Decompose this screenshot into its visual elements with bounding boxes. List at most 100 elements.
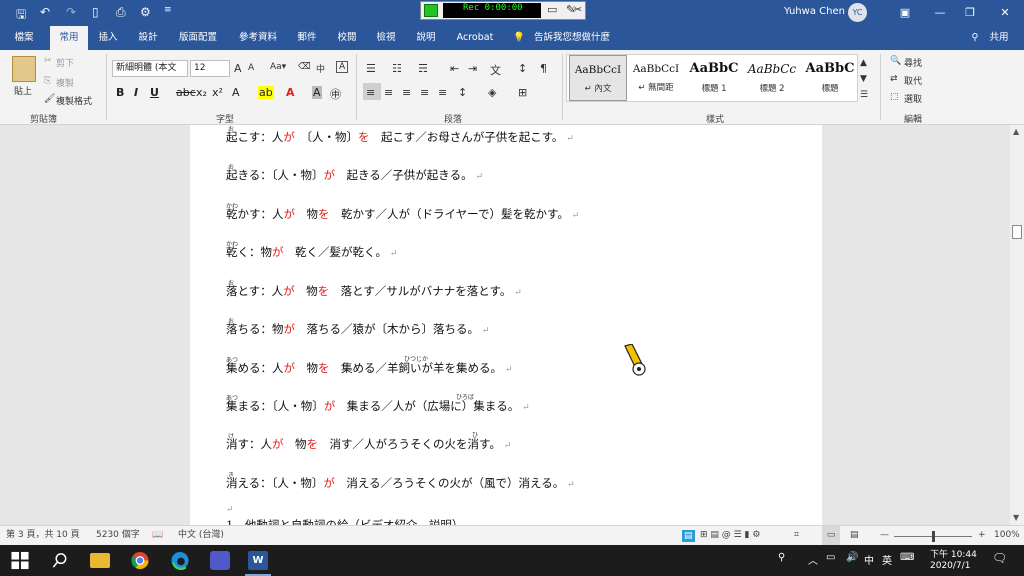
status-tool-icon[interactable]: ⊞ ▤ @ ☰ ▮ ⚙ [700,526,760,545]
ime-mode-icon[interactable]: 中 [864,552,874,567]
superscript-icon[interactable]: x² [212,86,223,99]
document-page[interactable]: 起こす：人が 〔人・物〕を 起こす／お母さんが子供を起こす。 ↵ 起きる：〔人・… [190,125,822,525]
clear-format-icon[interactable]: ⌫ [298,62,311,72]
teams-icon[interactable] [210,551,230,570]
zoom-level[interactable]: 100% [994,526,1020,545]
focus-mode-icon[interactable]: ⌗ [794,526,799,545]
increase-indent-icon[interactable]: ⇥ [468,62,477,75]
customize-icon[interactable]: ⚙ [140,5,151,19]
clock-date[interactable]: 2020/7/1 [930,561,970,571]
tab-home[interactable]: 常用 [50,26,88,50]
scroll-down-icon[interactable]: ▼ [1013,513,1019,522]
maximize-button[interactable]: ❐ [955,3,985,23]
scroll-up-icon[interactable]: ▲ [1013,127,1019,136]
font-size-combo[interactable]: 12 [190,60,230,77]
close-button[interactable]: ✕ [990,3,1020,23]
find-button[interactable]: 尋找 [904,56,922,69]
volume-icon[interactable]: 🔊 [846,552,858,563]
file-explorer-icon[interactable] [90,553,110,568]
keyboard-icon[interactable]: ⌨ [900,552,914,563]
zoom-slider[interactable] [894,531,972,542]
replace-icon[interactable]: ⇄ [890,74,898,84]
style-normal[interactable]: AaBbCcI ↵ 內文 [569,55,627,101]
network-icon[interactable]: ▭ [826,552,835,563]
quick-access-menu-icon[interactable]: ≡ [164,5,172,15]
page-count[interactable]: 第 3 頁，共 10 頁 [6,526,80,545]
format-painter-icon[interactable]: 🖌 [44,94,55,104]
line-spacing-icon[interactable]: ↕ [458,86,467,99]
tab-review[interactable]: 校閱 [330,26,364,50]
notification-icon[interactable]: 🗨 [992,551,1007,565]
paste-button[interactable]: 貼上 [14,84,32,97]
enclose-char-icon[interactable]: ㊥ [330,86,341,102]
copy-icon[interactable]: ⎘ [44,76,51,86]
new-doc-icon[interactable]: ▯ [92,5,99,19]
search-icon[interactable] [50,551,70,570]
show-marks-icon[interactable]: ¶ [540,62,547,75]
gallery-more-icon[interactable]: ☰ [860,90,868,100]
word-icon[interactable]: W [248,551,268,570]
sort-icon[interactable]: ↕ [518,62,527,75]
style-heading-2[interactable]: AaBbCc 標題 2 [743,55,801,101]
scrollbar-thumb[interactable] [1012,225,1022,239]
proofing-icon[interactable]: 📖 [152,526,163,545]
numbering-icon[interactable]: ☷ [392,62,402,75]
style-heading-1[interactable]: AaBbC 標題 1 [685,55,743,101]
multilevel-icon[interactable]: ☴ [418,62,428,75]
gallery-up-icon[interactable]: ▲ [860,58,867,68]
align-center-icon[interactable]: ≡ [384,86,393,99]
style-title[interactable]: AaBbC 標題 [801,55,859,101]
tab-insert[interactable]: 插入 [90,26,126,50]
tab-file[interactable]: 檔案 [6,26,42,50]
align-left-icon[interactable]: ≡ [366,86,375,99]
chinese-layout-icon[interactable]: 文 [490,62,501,78]
tab-design[interactable]: 設計 [130,26,166,50]
change-case-icon[interactable]: Aa▾ [270,62,286,72]
character-border-icon[interactable]: A [336,61,349,73]
grow-font-icon[interactable]: A [234,62,242,75]
tab-references[interactable]: 參考資料 [230,26,286,50]
highlight-icon[interactable]: ab [258,86,274,99]
shrink-font-icon[interactable]: A [248,63,254,73]
camera-icon[interactable]: ▭ [547,3,557,16]
borders-icon[interactable]: ⊞ [518,86,527,99]
distributed-icon[interactable]: ≡ [438,86,447,99]
ribbon-display-icon[interactable]: ▣ [890,3,920,23]
tab-acrobat[interactable]: Acrobat [450,26,500,50]
replace-button[interactable]: 取代 [904,74,922,87]
ime-language[interactable]: 英 [882,552,892,567]
edge-icon[interactable] [170,551,190,570]
paste-icon[interactable] [12,56,36,82]
save-icon[interactable]: 🖫 [16,5,26,26]
minimize-button[interactable]: — [925,3,955,23]
style-no-spacing[interactable]: AaBbCcI ↵ 無間距 [627,55,685,101]
copy-button[interactable]: 複製 [56,76,74,89]
clock-time[interactable]: 下午 10:44 [930,547,977,560]
tab-mailings[interactable]: 郵件 [290,26,324,50]
word-count[interactable]: 5230 個字 [96,526,140,545]
bold-icon[interactable]: B [116,86,124,99]
acrobat-icon[interactable]: ▤ [682,530,695,542]
bullets-icon[interactable]: ☰ [366,62,376,75]
avatar[interactable]: YC [848,3,867,22]
user-name[interactable]: Yuhwa Chen [784,6,845,17]
vertical-scrollbar[interactable]: ▲ ▼ [1010,125,1024,525]
shading-icon[interactable]: ◈ [488,86,496,99]
align-right-icon[interactable]: ≡ [402,86,411,99]
cut-button[interactable]: 剪下 [56,56,74,69]
select-icon[interactable]: ⬚ [890,92,899,102]
tab-layout[interactable]: 版面配置 [170,26,226,50]
zoom-slider-thumb[interactable] [932,531,935,542]
font-name-combo[interactable]: 新細明體 (本文 [112,60,188,77]
windows-start-icon[interactable] [10,551,30,570]
redo-icon[interactable]: ↷ [66,5,76,19]
text-effects-icon[interactable]: A [232,86,240,99]
scissors-icon[interactable]: ✂ [44,56,52,66]
italic-icon[interactable]: I [134,86,138,99]
zoom-in-icon[interactable]: + [978,526,986,545]
phonetic-guide-icon[interactable]: 中 [316,62,325,75]
people-icon[interactable]: ⚲ [778,552,785,563]
underline-icon[interactable]: U [150,86,159,99]
format-painter-button[interactable]: 複製格式 [56,94,92,107]
tell-me-search[interactable]: 告訴我您想做什麼 [530,26,614,50]
